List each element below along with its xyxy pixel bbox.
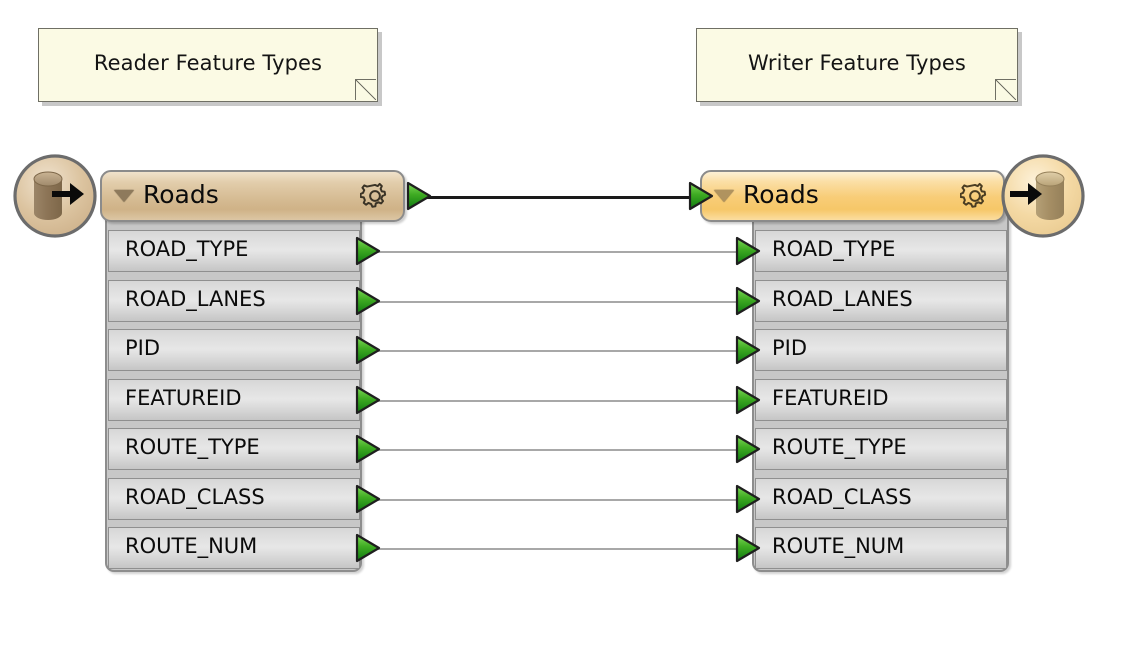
attribute-link-road-type[interactable] [362, 251, 744, 253]
attribute-label: ROAD_CLASS [772, 485, 912, 509]
table-row[interactable]: ROUTE_NUM [108, 527, 360, 569]
table-row[interactable]: FEATUREID [755, 379, 1007, 421]
attribute-label: ROAD_CLASS [125, 485, 265, 509]
reader-feature-types-label: Reader Feature Types [93, 50, 323, 75]
reader-node-header[interactable]: Roads [100, 170, 405, 222]
attribute-input-port-road-type[interactable] [735, 236, 761, 266]
attribute-input-port-road-class[interactable] [735, 484, 761, 514]
table-row[interactable]: ROAD_CLASS [108, 478, 360, 520]
attribute-label: PID [772, 336, 808, 360]
attribute-input-port-featureid[interactable] [735, 385, 761, 415]
writer-input-port[interactable] [688, 181, 714, 211]
attribute-link-featureid[interactable] [362, 400, 744, 402]
resize-handle-icon[interactable] [355, 79, 376, 100]
chevron-down-icon[interactable] [714, 190, 734, 202]
attribute-label: ROUTE_NUM [125, 534, 258, 558]
connection-reader-to-writer[interactable] [420, 196, 698, 199]
writer-feature-types-label: Writer Feature Types [748, 50, 966, 75]
table-row[interactable]: ROUTE_TYPE [108, 428, 360, 470]
attribute-output-port-road-lanes[interactable] [355, 286, 381, 316]
gear-icon[interactable] [959, 181, 990, 211]
writer-node-header[interactable]: Roads [700, 170, 1005, 222]
table-row[interactable]: ROAD_LANES [108, 280, 360, 322]
reader-feature-types-annotation[interactable]: Reader Feature Types [38, 28, 378, 102]
table-row[interactable]: PID [755, 329, 1007, 371]
workspace-canvas[interactable]: Reader Feature Types Writer Feature Type… [0, 0, 1133, 656]
reader-output-port[interactable] [406, 181, 432, 211]
attribute-link-route-type[interactable] [362, 449, 744, 451]
table-row[interactable]: ROUTE_NUM [755, 527, 1007, 569]
attribute-input-port-pid[interactable] [735, 335, 761, 365]
table-row[interactable]: ROAD_LANES [755, 280, 1007, 322]
attribute-label: ROAD_LANES [772, 287, 913, 311]
chevron-down-icon[interactable] [114, 190, 134, 202]
database-import-icon[interactable] [1000, 153, 1086, 239]
table-row[interactable]: ROUTE_TYPE [755, 428, 1007, 470]
attribute-label: ROAD_TYPE [772, 237, 896, 261]
attribute-label: ROUTE_TYPE [772, 435, 907, 459]
attribute-input-port-route-num[interactable] [735, 533, 761, 563]
attribute-link-road-class[interactable] [362, 499, 744, 501]
database-export-icon[interactable] [12, 153, 98, 239]
attribute-label: ROUTE_TYPE [125, 435, 260, 459]
resize-handle-icon[interactable] [995, 79, 1016, 100]
attribute-label: ROAD_TYPE [125, 237, 249, 261]
table-row[interactable]: ROAD_TYPE [755, 230, 1007, 272]
attribute-link-route-num[interactable] [362, 548, 744, 550]
table-row[interactable]: ROAD_TYPE [108, 230, 360, 272]
attribute-label: ROAD_LANES [125, 287, 266, 311]
attribute-output-port-road-type[interactable] [355, 236, 381, 266]
table-row[interactable]: FEATUREID [108, 379, 360, 421]
attribute-label: FEATUREID [125, 386, 242, 410]
attribute-output-port-road-class[interactable] [355, 484, 381, 514]
gear-icon[interactable] [359, 181, 390, 211]
attribute-label: FEATUREID [772, 386, 889, 410]
attribute-output-port-route-type[interactable] [355, 434, 381, 464]
writer-node-title: Roads [743, 180, 819, 209]
attribute-label: ROUTE_NUM [772, 534, 905, 558]
attribute-output-port-route-num[interactable] [355, 533, 381, 563]
attribute-input-port-road-lanes[interactable] [735, 286, 761, 316]
table-row[interactable]: ROAD_CLASS [755, 478, 1007, 520]
reader-node-title: Roads [143, 180, 219, 209]
attribute-link-road-lanes[interactable] [362, 301, 744, 303]
table-row[interactable]: PID [108, 329, 360, 371]
writer-feature-types-annotation[interactable]: Writer Feature Types [696, 28, 1018, 102]
attribute-link-pid[interactable] [362, 350, 744, 352]
attribute-output-port-featureid[interactable] [355, 385, 381, 415]
attribute-input-port-route-type[interactable] [735, 434, 761, 464]
attribute-output-port-pid[interactable] [355, 335, 381, 365]
attribute-label: PID [125, 336, 161, 360]
